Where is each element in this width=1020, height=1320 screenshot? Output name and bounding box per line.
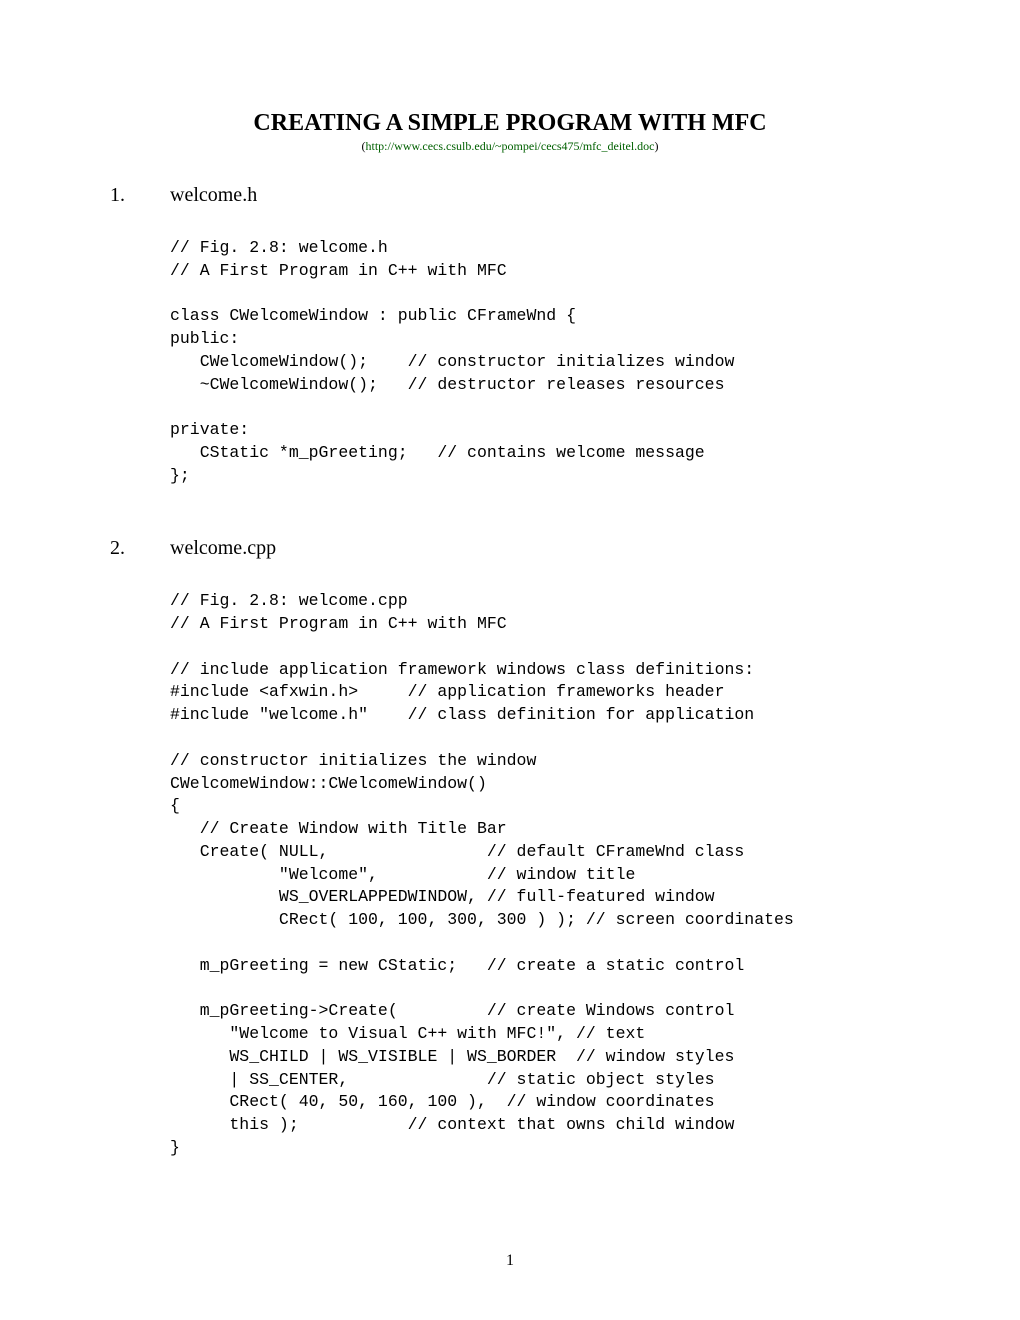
document-title: CREATING A SIMPLE PROGRAM WITH MFC — [110, 110, 910, 137]
section-header-2: 2. welcome.cpp — [110, 537, 910, 560]
document-subtitle: (http://www.cecs.csulb.edu/~pompei/cecs4… — [110, 139, 910, 154]
section-number: 1. — [110, 184, 170, 207]
section-title: welcome.h — [170, 184, 257, 207]
paren-close: ) — [654, 139, 658, 153]
section-title: welcome.cpp — [170, 537, 276, 560]
source-link[interactable]: http://www.cecs.csulb.edu/~pompei/cecs47… — [366, 139, 655, 153]
page-number: 1 — [0, 1252, 1020, 1270]
code-block-2: // Fig. 2.8: welcome.cpp // A First Prog… — [170, 590, 910, 1159]
section-number: 2. — [110, 537, 170, 560]
code-block-1: // Fig. 2.8: welcome.h // A First Progra… — [170, 237, 910, 487]
section-header-1: 1. welcome.h — [110, 184, 910, 207]
